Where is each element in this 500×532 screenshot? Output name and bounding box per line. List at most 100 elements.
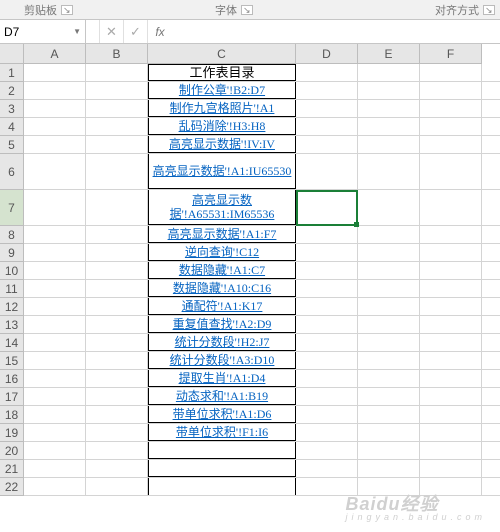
- hyperlink-cell[interactable]: 带单位求积'!F1:I6: [148, 424, 296, 441]
- dialog-launcher-icon[interactable]: ↘: [483, 5, 495, 15]
- cell[interactable]: [86, 298, 148, 315]
- hyperlink-cell[interactable]: 数据隐藏'!A1:C7: [148, 262, 296, 279]
- row-header[interactable]: 15: [0, 352, 24, 370]
- cell[interactable]: [420, 280, 482, 297]
- cell[interactable]: [86, 226, 148, 243]
- hyperlink-cell[interactable]: 带单位求积'!A1:D6: [148, 406, 296, 423]
- cell[interactable]: [420, 406, 482, 423]
- cell[interactable]: [420, 190, 482, 225]
- cell[interactable]: [148, 460, 296, 477]
- cell[interactable]: [86, 388, 148, 405]
- cell[interactable]: [24, 388, 86, 405]
- hyperlink-cell[interactable]: 数据隐藏'!A10:C16: [148, 280, 296, 297]
- cell[interactable]: [24, 460, 86, 477]
- cell[interactable]: [420, 64, 482, 81]
- cell[interactable]: [24, 280, 86, 297]
- cell[interactable]: [420, 424, 482, 441]
- formula-input[interactable]: [172, 20, 500, 43]
- cell[interactable]: [296, 424, 358, 441]
- cell[interactable]: [24, 334, 86, 351]
- row-header[interactable]: 7: [0, 190, 24, 226]
- cell[interactable]: [420, 298, 482, 315]
- cell[interactable]: [296, 154, 358, 189]
- cell[interactable]: [86, 136, 148, 153]
- dialog-launcher-icon[interactable]: ↘: [241, 5, 253, 15]
- cell[interactable]: [420, 388, 482, 405]
- row-header[interactable]: 12: [0, 298, 24, 316]
- hyperlink-cell[interactable]: 逆向查询'!C12: [148, 244, 296, 261]
- cell[interactable]: [24, 370, 86, 387]
- cell[interactable]: [86, 424, 148, 441]
- row-header[interactable]: 10: [0, 262, 24, 280]
- col-header-B[interactable]: B: [86, 44, 148, 64]
- cell[interactable]: [358, 100, 420, 117]
- cell[interactable]: [86, 352, 148, 369]
- cell[interactable]: [296, 262, 358, 279]
- cell[interactable]: [296, 406, 358, 423]
- cell[interactable]: [358, 118, 420, 135]
- cell[interactable]: [420, 442, 482, 459]
- cell[interactable]: [296, 100, 358, 117]
- cell[interactable]: [358, 190, 420, 225]
- cell[interactable]: [24, 100, 86, 117]
- cell[interactable]: [24, 316, 86, 333]
- cell[interactable]: [420, 370, 482, 387]
- cell[interactable]: [86, 406, 148, 423]
- col-header-D[interactable]: D: [296, 44, 358, 64]
- cell[interactable]: [24, 64, 86, 81]
- cell[interactable]: [86, 478, 148, 495]
- cell[interactable]: [296, 118, 358, 135]
- cell[interactable]: [86, 460, 148, 477]
- cell[interactable]: [296, 64, 358, 81]
- cell[interactable]: [358, 352, 420, 369]
- cell[interactable]: [420, 316, 482, 333]
- cell[interactable]: [358, 388, 420, 405]
- row-header[interactable]: 6: [0, 154, 24, 190]
- cell[interactable]: [296, 460, 358, 477]
- hyperlink-cell[interactable]: 提取生肖'!A1:D4: [148, 370, 296, 387]
- cell[interactable]: [358, 64, 420, 81]
- row-header[interactable]: 13: [0, 316, 24, 334]
- cell[interactable]: [24, 352, 86, 369]
- cell[interactable]: [86, 244, 148, 261]
- cell[interactable]: [358, 82, 420, 99]
- confirm-button[interactable]: ✓: [124, 20, 148, 43]
- cell[interactable]: [420, 226, 482, 243]
- cell[interactable]: [358, 262, 420, 279]
- cell[interactable]: [358, 298, 420, 315]
- cell-title[interactable]: 工作表目录: [148, 64, 296, 81]
- cell[interactable]: [296, 352, 358, 369]
- cell[interactable]: [86, 316, 148, 333]
- cell[interactable]: [24, 406, 86, 423]
- cell[interactable]: [358, 406, 420, 423]
- cell[interactable]: [86, 64, 148, 81]
- cell[interactable]: [358, 280, 420, 297]
- row-header[interactable]: 14: [0, 334, 24, 352]
- row-header[interactable]: 19: [0, 424, 24, 442]
- cell[interactable]: [296, 190, 358, 225]
- cell[interactable]: [296, 136, 358, 153]
- cell[interactable]: [86, 262, 148, 279]
- cell[interactable]: [420, 352, 482, 369]
- row-header[interactable]: 2: [0, 82, 24, 100]
- hyperlink-cell[interactable]: 高亮显示数据'!A1:F7: [148, 226, 296, 243]
- cell[interactable]: [296, 280, 358, 297]
- col-header-A[interactable]: A: [24, 44, 86, 64]
- cell[interactable]: [296, 478, 358, 495]
- insert-function-button[interactable]: fx: [148, 20, 172, 43]
- cell[interactable]: [86, 118, 148, 135]
- row-header[interactable]: 11: [0, 280, 24, 298]
- row-header[interactable]: 18: [0, 406, 24, 424]
- hyperlink-cell[interactable]: 统计分数段'!H2:J7: [148, 334, 296, 351]
- cell[interactable]: [86, 154, 148, 189]
- cell[interactable]: [24, 226, 86, 243]
- cell[interactable]: [358, 442, 420, 459]
- cell[interactable]: [86, 334, 148, 351]
- row-header[interactable]: 21: [0, 460, 24, 478]
- cell[interactable]: [24, 262, 86, 279]
- col-header-E[interactable]: E: [358, 44, 420, 64]
- cell[interactable]: [420, 100, 482, 117]
- hyperlink-cell[interactable]: 统计分数段'!A3:D10: [148, 352, 296, 369]
- row-header[interactable]: 22: [0, 478, 24, 496]
- hyperlink-cell[interactable]: 制作九宫格照片'!A1: [148, 100, 296, 117]
